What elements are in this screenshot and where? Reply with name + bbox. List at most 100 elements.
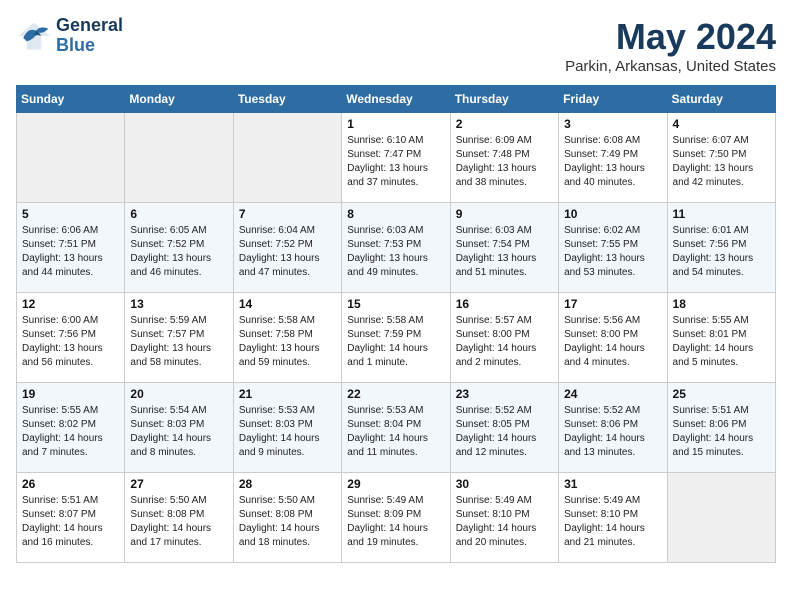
day-info: Sunrise: 5:54 AMSunset: 8:03 PMDaylight:… [130,404,227,460]
day-info: Sunrise: 5:53 AMSunset: 8:04 PMDaylight:… [347,404,444,460]
page-header: General Blue May 2024 Parkin, Arkansas, … [16,16,776,75]
header-day-sunday: Sunday [17,86,125,113]
day-number: 17 [564,297,661,311]
calendar-week-row: 26 Sunrise: 5:51 AMSunset: 8:07 PMDayligh… [17,473,776,563]
calendar-cell: 11Sunrise: 6:01 AMSunset: 7:56 PMDayligh… [667,203,775,293]
day-info: Sunrise: 6:07 AMSunset: 7:50 PMDaylight:… [673,134,770,190]
calendar-cell: 1 Sunrise: 6:10 AMSunset: 7:47 PMDaylight… [342,113,450,203]
day-number: 30 [456,477,553,491]
calendar-cell: 18Sunrise: 5:55 AMSunset: 8:01 PMDayligh… [667,293,775,383]
day-number: 20 [130,387,227,401]
day-number: 11 [673,207,770,221]
calendar-cell: 31 Sunrise: 5:49 AMSunset: 8:10 PMDayligh… [559,473,667,563]
day-number: 28 [239,477,336,491]
day-number: 5 [22,207,119,221]
calendar-cell: 6 Sunrise: 6:05 AMSunset: 7:52 PMDaylight… [125,203,233,293]
day-number: 14 [239,297,336,311]
day-info: Sunrise: 5:51 AMSunset: 8:06 PMDaylight:… [673,404,770,460]
day-number: 19 [22,387,119,401]
calendar-cell: 8Sunrise: 6:03 AMSunset: 7:53 PMDaylight… [342,203,450,293]
day-info: Sunrise: 6:09 AMSunset: 7:48 PMDaylight:… [456,134,553,190]
day-info: Sunrise: 5:49 AMSunset: 8:10 PMDaylight:… [564,494,661,550]
day-number: 21 [239,387,336,401]
day-number: 7 [239,207,336,221]
day-number: 23 [456,387,553,401]
logo: General Blue [16,16,123,56]
day-info: Sunrise: 5:59 AMSunset: 7:57 PMDaylight:… [130,314,227,370]
calendar-cell: 7 Sunrise: 6:04 AMSunset: 7:52 PMDaylight… [233,203,341,293]
day-number: 31 [564,477,661,491]
day-number: 9 [456,207,553,221]
day-info: Sunrise: 5:50 AMSunset: 8:08 PMDaylight:… [239,494,336,550]
day-number: 25 [673,387,770,401]
day-info: Sunrise: 6:08 AMSunset: 7:49 PMDaylight:… [564,134,661,190]
calendar-week-row: 12Sunrise: 6:00 AMSunset: 7:56 PMDayligh… [17,293,776,383]
logo-text: General Blue [56,16,123,56]
day-number: 24 [564,387,661,401]
day-info: Sunrise: 5:55 AMSunset: 8:02 PMDaylight:… [22,404,119,460]
day-info: Sunrise: 5:56 AMSunset: 8:00 PMDaylight:… [564,314,661,370]
day-number: 3 [564,117,661,131]
calendar-cell: 16 Sunrise: 5:57 AMSunset: 8:00 PMDayligh… [450,293,558,383]
day-info: Sunrise: 6:03 AMSunset: 7:53 PMDaylight:… [347,224,444,280]
day-info: Sunrise: 6:03 AMSunset: 7:54 PMDaylight:… [456,224,553,280]
day-number: 2 [456,117,553,131]
calendar-cell: 29 Sunrise: 5:49 AMSunset: 8:09 PMDayligh… [342,473,450,563]
day-info: Sunrise: 6:05 AMSunset: 7:52 PMDaylight:… [130,224,227,280]
day-number: 26 [22,477,119,491]
calendar-cell: 24Sunrise: 5:52 AMSunset: 8:06 PMDayligh… [559,383,667,473]
calendar-table: SundayMondayTuesdayWednesdayThursdayFrid… [16,85,776,563]
day-info: Sunrise: 5:57 AMSunset: 8:00 PMDaylight:… [456,314,553,370]
day-info: Sunrise: 6:10 AMSunset: 7:47 PMDaylight:… [347,134,444,190]
calendar-week-row: 19 Sunrise: 5:55 AMSunset: 8:02 PMDayligh… [17,383,776,473]
day-info: Sunrise: 6:06 AMSunset: 7:51 PMDaylight:… [22,224,119,280]
calendar-week-row: 1 Sunrise: 6:10 AMSunset: 7:47 PMDaylight… [17,113,776,203]
calendar-title: May 2024 [565,16,776,58]
calendar-cell: 12Sunrise: 6:00 AMSunset: 7:56 PMDayligh… [17,293,125,383]
calendar-cell: 27Sunrise: 5:50 AMSunset: 8:08 PMDayligh… [125,473,233,563]
day-info: Sunrise: 5:52 AMSunset: 8:05 PMDaylight:… [456,404,553,460]
calendar-cell: 13 Sunrise: 5:59 AMSunset: 7:57 PMDayligh… [125,293,233,383]
day-info: Sunrise: 5:49 AMSunset: 8:09 PMDaylight:… [347,494,444,550]
day-number: 18 [673,297,770,311]
calendar-subtitle: Parkin, Arkansas, United States [565,58,776,75]
day-number: 16 [456,297,553,311]
day-info: Sunrise: 6:04 AMSunset: 7:52 PMDaylight:… [239,224,336,280]
calendar-cell [233,113,341,203]
day-number: 1 [347,117,444,131]
day-info: Sunrise: 6:00 AMSunset: 7:56 PMDaylight:… [22,314,119,370]
day-info: Sunrise: 6:02 AMSunset: 7:55 PMDaylight:… [564,224,661,280]
header-day-saturday: Saturday [667,86,775,113]
calendar-cell: 15 Sunrise: 5:58 AMSunset: 7:59 PMDayligh… [342,293,450,383]
header-day-wednesday: Wednesday [342,86,450,113]
day-info: Sunrise: 5:58 AMSunset: 7:58 PMDaylight:… [239,314,336,370]
day-number: 6 [130,207,227,221]
calendar-cell: 2 Sunrise: 6:09 AMSunset: 7:48 PMDaylight… [450,113,558,203]
calendar-cell: 30Sunrise: 5:49 AMSunset: 8:10 PMDayligh… [450,473,558,563]
day-number: 4 [673,117,770,131]
calendar-cell: 5 Sunrise: 6:06 AMSunset: 7:51 PMDaylight… [17,203,125,293]
header-day-monday: Monday [125,86,233,113]
day-number: 29 [347,477,444,491]
header-day-tuesday: Tuesday [233,86,341,113]
calendar-cell [667,473,775,563]
calendar-cell: 28 Sunrise: 5:50 AMSunset: 8:08 PMDayligh… [233,473,341,563]
calendar-cell: 21Sunrise: 5:53 AMSunset: 8:03 PMDayligh… [233,383,341,473]
calendar-cell: 19 Sunrise: 5:55 AMSunset: 8:02 PMDayligh… [17,383,125,473]
calendar-cell: 3 Sunrise: 6:08 AMSunset: 7:49 PMDaylight… [559,113,667,203]
header-day-thursday: Thursday [450,86,558,113]
day-number: 13 [130,297,227,311]
calendar-week-row: 5 Sunrise: 6:06 AMSunset: 7:51 PMDaylight… [17,203,776,293]
logo-bird-icon [16,18,52,54]
day-info: Sunrise: 5:58 AMSunset: 7:59 PMDaylight:… [347,314,444,370]
calendar-cell [125,113,233,203]
day-number: 15 [347,297,444,311]
title-block: May 2024 Parkin, Arkansas, United States [565,16,776,75]
day-info: Sunrise: 5:51 AMSunset: 8:07 PMDaylight:… [22,494,119,550]
calendar-cell: 4 Sunrise: 6:07 AMSunset: 7:50 PMDaylight… [667,113,775,203]
calendar-cell: 17 Sunrise: 5:56 AMSunset: 8:00 PMDayligh… [559,293,667,383]
day-number: 10 [564,207,661,221]
calendar-cell: 10 Sunrise: 6:02 AMSunset: 7:55 PMDayligh… [559,203,667,293]
calendar-cell: 20 Sunrise: 5:54 AMSunset: 8:03 PMDayligh… [125,383,233,473]
calendar-cell: 23 Sunrise: 5:52 AMSunset: 8:05 PMDayligh… [450,383,558,473]
